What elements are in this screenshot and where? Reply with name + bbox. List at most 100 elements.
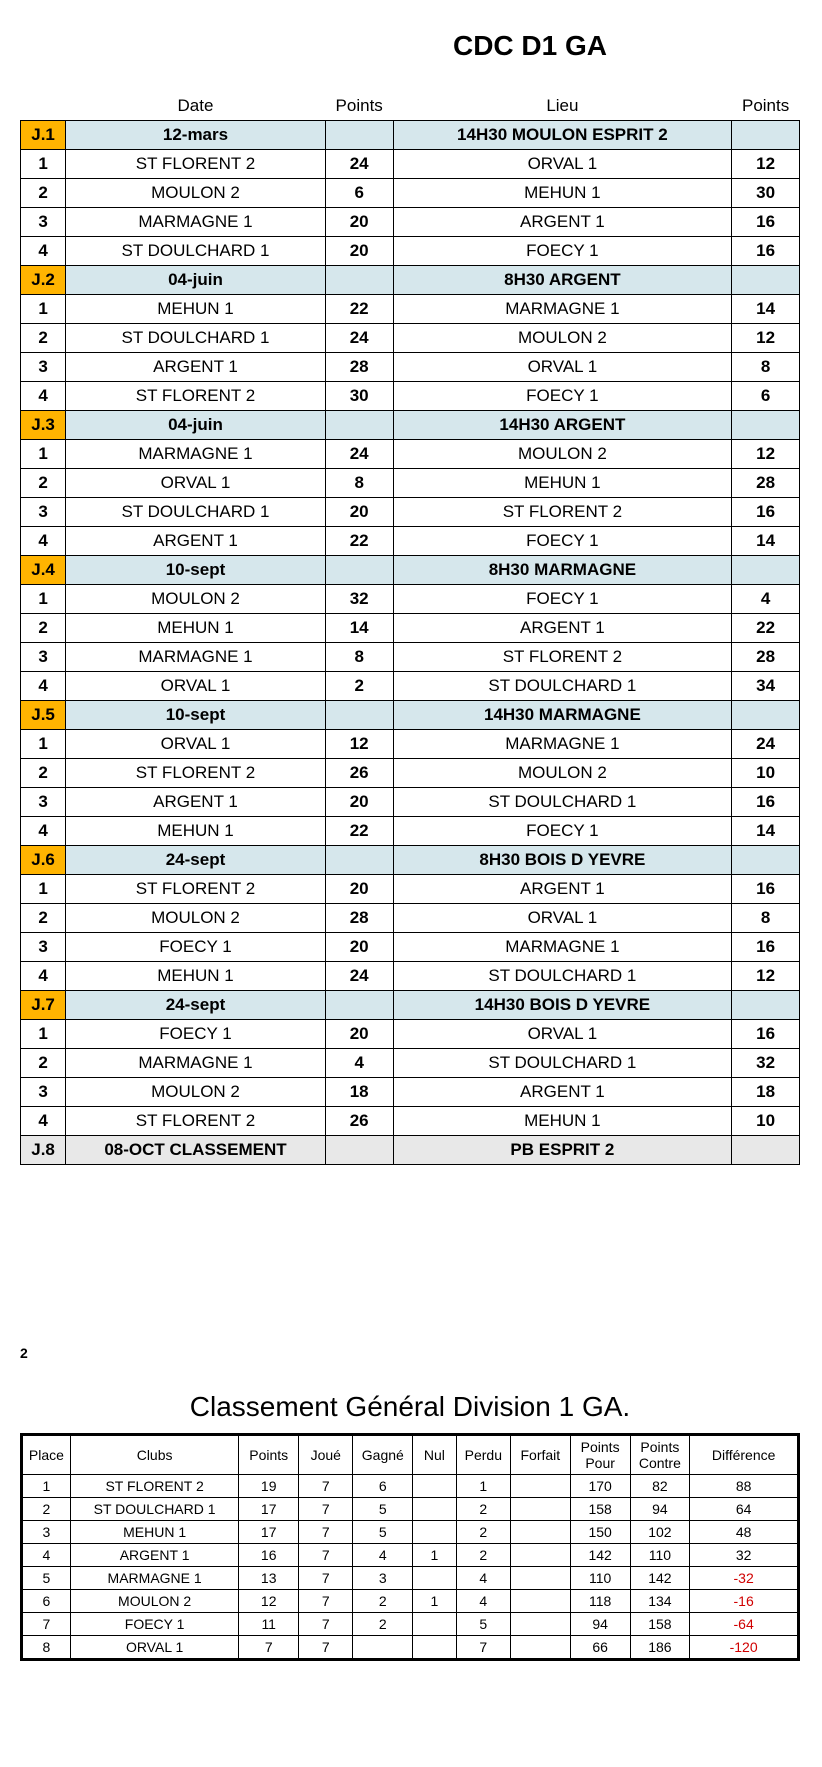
away-team: FOECY 1 bbox=[393, 237, 732, 266]
away-points: 12 bbox=[732, 324, 800, 353]
match-num: 2 bbox=[21, 179, 66, 208]
home-points: 20 bbox=[325, 208, 393, 237]
round-blank-pts bbox=[325, 701, 393, 730]
home-points: 12 bbox=[325, 730, 393, 759]
rank-place: 4 bbox=[22, 1544, 71, 1567]
home-points: 20 bbox=[325, 498, 393, 527]
home-team: ARGENT 1 bbox=[66, 527, 326, 556]
home-team: MARMAGNE 1 bbox=[66, 1049, 326, 1078]
home-points: 24 bbox=[325, 962, 393, 991]
match-num: 1 bbox=[21, 440, 66, 469]
home-team: ARGENT 1 bbox=[66, 788, 326, 817]
match-row: 2ORVAL 18MEHUN 128 bbox=[21, 469, 800, 498]
match-num: 3 bbox=[21, 208, 66, 237]
rank-diff: -120 bbox=[690, 1636, 799, 1660]
round-blank-pts bbox=[325, 991, 393, 1020]
rank-pour: 150 bbox=[570, 1521, 630, 1544]
rank-diff: 48 bbox=[690, 1521, 799, 1544]
main-title: CDC D1 GA bbox=[430, 30, 630, 62]
match-row: 1MEHUN 122MARMAGNE 114 bbox=[21, 295, 800, 324]
rank-place: 1 bbox=[22, 1475, 71, 1498]
round-blank-pts2 bbox=[732, 846, 800, 875]
home-team: MOULON 2 bbox=[66, 904, 326, 933]
away-points: 22 bbox=[732, 614, 800, 643]
away-team: MARMAGNE 1 bbox=[393, 933, 732, 962]
round-id: J.5 bbox=[21, 701, 66, 730]
away-team: MOULON 2 bbox=[393, 759, 732, 788]
rank-forfait bbox=[510, 1544, 570, 1567]
rank-pour: 110 bbox=[570, 1567, 630, 1590]
home-team: ST DOULCHARD 1 bbox=[66, 237, 326, 266]
round-lieu: 14H30 ARGENT bbox=[393, 411, 732, 440]
rank-place: 5 bbox=[22, 1567, 71, 1590]
round-date: 08-OCT CLASSEMENT bbox=[66, 1136, 326, 1165]
match-row: 1MOULON 232FOECY 14 bbox=[21, 585, 800, 614]
home-team: ORVAL 1 bbox=[66, 469, 326, 498]
rank-diff: -64 bbox=[690, 1613, 799, 1636]
home-points: 8 bbox=[325, 643, 393, 672]
round-lieu: 14H30 MARMAGNE bbox=[393, 701, 732, 730]
home-team: MOULON 2 bbox=[66, 585, 326, 614]
rank-nul: 1 bbox=[413, 1590, 456, 1613]
header-points-1: Points bbox=[325, 92, 393, 121]
rh-diff: Différence bbox=[690, 1435, 799, 1475]
rank-nul bbox=[413, 1498, 456, 1521]
away-points: 18 bbox=[732, 1078, 800, 1107]
away-team: ORVAL 1 bbox=[393, 353, 732, 382]
away-points: 12 bbox=[732, 440, 800, 469]
away-team: MARMAGNE 1 bbox=[393, 295, 732, 324]
rank-club: ST DOULCHARD 1 bbox=[70, 1498, 238, 1521]
rank-club: ST FLORENT 2 bbox=[70, 1475, 238, 1498]
home-team: MEHUN 1 bbox=[66, 614, 326, 643]
rh-forfait: Forfait bbox=[510, 1435, 570, 1475]
match-row: 2ST DOULCHARD 124MOULON 212 bbox=[21, 324, 800, 353]
match-num: 1 bbox=[21, 875, 66, 904]
rank-points: 12 bbox=[239, 1590, 299, 1613]
match-num: 2 bbox=[21, 469, 66, 498]
round-blank-pts bbox=[325, 266, 393, 295]
home-team: ST FLORENT 2 bbox=[66, 875, 326, 904]
rh-nul: Nul bbox=[413, 1435, 456, 1475]
away-points: 24 bbox=[732, 730, 800, 759]
rank-perdu: 2 bbox=[456, 1498, 510, 1521]
rank-gagne: 4 bbox=[353, 1544, 413, 1567]
rank-joue: 7 bbox=[299, 1590, 353, 1613]
home-points: 2 bbox=[325, 672, 393, 701]
round-lieu: PB ESPRIT 2 bbox=[393, 1136, 732, 1165]
rank-gagne: 5 bbox=[353, 1498, 413, 1521]
round-blank-pts bbox=[325, 411, 393, 440]
home-points: 18 bbox=[325, 1078, 393, 1107]
ranking-row: 4ARGENT 116741214211032 bbox=[22, 1544, 799, 1567]
away-team: ST FLORENT 2 bbox=[393, 643, 732, 672]
away-team: ARGENT 1 bbox=[393, 208, 732, 237]
rh-clubs: Clubs bbox=[70, 1435, 238, 1475]
away-points: 8 bbox=[732, 904, 800, 933]
rank-forfait bbox=[510, 1475, 570, 1498]
away-points: 14 bbox=[732, 295, 800, 324]
round-id: J.3 bbox=[21, 411, 66, 440]
round-blank-pts2 bbox=[732, 1136, 800, 1165]
rank-perdu: 7 bbox=[456, 1636, 510, 1660]
away-points: 6 bbox=[732, 382, 800, 411]
home-team: MARMAGNE 1 bbox=[66, 440, 326, 469]
away-points: 28 bbox=[732, 469, 800, 498]
home-team: MOULON 2 bbox=[66, 179, 326, 208]
match-row: 2ST FLORENT 226MOULON 210 bbox=[21, 759, 800, 788]
rank-points: 16 bbox=[239, 1544, 299, 1567]
round-blank-pts2 bbox=[732, 556, 800, 585]
round-date: 10-sept bbox=[66, 701, 326, 730]
home-team: MARMAGNE 1 bbox=[66, 643, 326, 672]
home-team: MARMAGNE 1 bbox=[66, 208, 326, 237]
rank-gagne: 6 bbox=[353, 1475, 413, 1498]
rank-gagne: 2 bbox=[353, 1613, 413, 1636]
rank-gagne bbox=[353, 1636, 413, 1660]
match-row: 1ORVAL 112MARMAGNE 124 bbox=[21, 730, 800, 759]
rank-pour: 66 bbox=[570, 1636, 630, 1660]
away-team: MOULON 2 bbox=[393, 324, 732, 353]
home-points: 20 bbox=[325, 875, 393, 904]
schedule-header-row: Date Points Lieu Points bbox=[21, 92, 800, 121]
rank-club: ARGENT 1 bbox=[70, 1544, 238, 1567]
match-row: 3MARMAGNE 120ARGENT 116 bbox=[21, 208, 800, 237]
rank-nul: 1 bbox=[413, 1544, 456, 1567]
round-lieu: 8H30 ARGENT bbox=[393, 266, 732, 295]
